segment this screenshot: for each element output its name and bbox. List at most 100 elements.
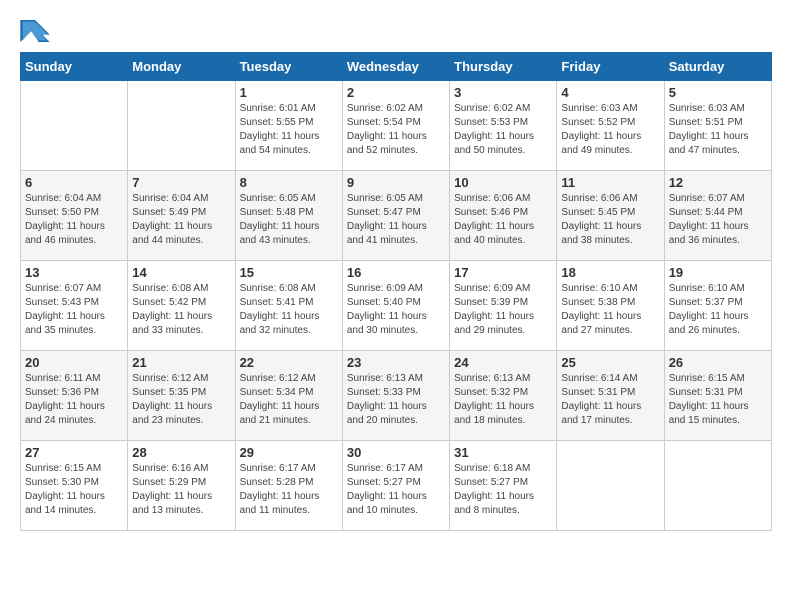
day-info: Sunrise: 6:08 AMSunset: 5:41 PMDaylight:… — [240, 282, 338, 338]
day-cell: 12 Sunrise: 6:07 AMSunset: 5:44 PMDayligh… — [664, 171, 771, 261]
day-number: 12 — [669, 175, 767, 190]
day-number: 30 — [347, 445, 445, 460]
day-number: 16 — [347, 265, 445, 280]
header-sunday: Sunday — [21, 53, 128, 81]
week-row-3: 13 Sunrise: 6:07 AMSunset: 5:43 PMDayligh… — [21, 261, 772, 351]
header-wednesday: Wednesday — [342, 53, 449, 81]
week-row-2: 6 Sunrise: 6:04 AMSunset: 5:50 PMDaylight… — [21, 171, 772, 261]
day-number: 26 — [669, 355, 767, 370]
day-cell: 1 Sunrise: 6:01 AMSunset: 5:55 PMDaylight… — [235, 81, 342, 171]
day-info: Sunrise: 6:05 AMSunset: 5:48 PMDaylight:… — [240, 192, 338, 248]
day-info: Sunrise: 6:18 AMSunset: 5:27 PMDaylight:… — [454, 462, 552, 518]
day-info: Sunrise: 6:13 AMSunset: 5:33 PMDaylight:… — [347, 372, 445, 428]
day-info: Sunrise: 6:13 AMSunset: 5:32 PMDaylight:… — [454, 372, 552, 428]
week-row-4: 20 Sunrise: 6:11 AMSunset: 5:36 PMDayligh… — [21, 351, 772, 441]
day-cell: 24 Sunrise: 6:13 AMSunset: 5:32 PMDayligh… — [450, 351, 557, 441]
day-number: 19 — [669, 265, 767, 280]
week-row-1: 1 Sunrise: 6:01 AMSunset: 5:55 PMDaylight… — [21, 81, 772, 171]
day-number: 15 — [240, 265, 338, 280]
day-number: 31 — [454, 445, 552, 460]
day-info: Sunrise: 6:07 AMSunset: 5:43 PMDaylight:… — [25, 282, 123, 338]
day-info: Sunrise: 6:05 AMSunset: 5:47 PMDaylight:… — [347, 192, 445, 248]
day-cell — [664, 441, 771, 531]
day-number: 3 — [454, 85, 552, 100]
day-number: 20 — [25, 355, 123, 370]
day-info: Sunrise: 6:07 AMSunset: 5:44 PMDaylight:… — [669, 192, 767, 248]
day-info: Sunrise: 6:04 AMSunset: 5:49 PMDaylight:… — [132, 192, 230, 248]
day-cell: 14 Sunrise: 6:08 AMSunset: 5:42 PMDayligh… — [128, 261, 235, 351]
day-info: Sunrise: 6:08 AMSunset: 5:42 PMDaylight:… — [132, 282, 230, 338]
day-cell: 13 Sunrise: 6:07 AMSunset: 5:43 PMDayligh… — [21, 261, 128, 351]
day-info: Sunrise: 6:17 AMSunset: 5:28 PMDaylight:… — [240, 462, 338, 518]
day-cell: 18Sunrise: 6:10 AMSunset: 5:38 PMDayligh… — [557, 261, 664, 351]
logo-icon — [20, 20, 50, 42]
day-number: 2 — [347, 85, 445, 100]
day-cell: 17 Sunrise: 6:09 AMSunset: 5:39 PMDayligh… — [450, 261, 557, 351]
day-cell: 2 Sunrise: 6:02 AMSunset: 5:54 PMDaylight… — [342, 81, 449, 171]
day-cell: 3 Sunrise: 6:02 AMSunset: 5:53 PMDaylight… — [450, 81, 557, 171]
day-number: 9 — [347, 175, 445, 190]
day-number: 1 — [240, 85, 338, 100]
day-info: Sunrise: 6:16 AMSunset: 5:29 PMDaylight:… — [132, 462, 230, 518]
day-cell: 11Sunrise: 6:06 AMSunset: 5:45 PMDayligh… — [557, 171, 664, 261]
header-friday: Friday — [557, 53, 664, 81]
day-cell: 9 Sunrise: 6:05 AMSunset: 5:47 PMDaylight… — [342, 171, 449, 261]
day-number: 24 — [454, 355, 552, 370]
day-number: 4 — [561, 85, 659, 100]
day-cell: 27 Sunrise: 6:15 AMSunset: 5:30 PMDayligh… — [21, 441, 128, 531]
day-cell: 6 Sunrise: 6:04 AMSunset: 5:50 PMDaylight… — [21, 171, 128, 261]
day-info: Sunrise: 6:17 AMSunset: 5:27 PMDaylight:… — [347, 462, 445, 518]
day-info: Sunrise: 6:11 AMSunset: 5:36 PMDaylight:… — [25, 372, 123, 428]
day-info: Sunrise: 6:03 AMSunset: 5:52 PMDaylight:… — [561, 102, 659, 158]
day-info: Sunrise: 6:06 AMSunset: 5:46 PMDaylight:… — [454, 192, 552, 248]
day-cell: 21 Sunrise: 6:12 AMSunset: 5:35 PMDayligh… — [128, 351, 235, 441]
page-header — [20, 20, 772, 42]
day-number: 23 — [347, 355, 445, 370]
header-row: SundayMondayTuesdayWednesdayThursdayFrid… — [21, 53, 772, 81]
day-cell: 26 Sunrise: 6:15 AMSunset: 5:31 PMDayligh… — [664, 351, 771, 441]
day-cell: 28 Sunrise: 6:16 AMSunset: 5:29 PMDayligh… — [128, 441, 235, 531]
day-info: Sunrise: 6:01 AMSunset: 5:55 PMDaylight:… — [240, 102, 338, 158]
day-info: Sunrise: 6:06 AMSunset: 5:45 PMDaylight:… — [561, 192, 659, 248]
day-info: Sunrise: 6:12 AMSunset: 5:34 PMDaylight:… — [240, 372, 338, 428]
day-info: Sunrise: 6:04 AMSunset: 5:50 PMDaylight:… — [25, 192, 123, 248]
day-cell: 23 Sunrise: 6:13 AMSunset: 5:33 PMDayligh… — [342, 351, 449, 441]
day-number: 25 — [561, 355, 659, 370]
day-cell: 22Sunrise: 6:12 AMSunset: 5:34 PMDayligh… — [235, 351, 342, 441]
day-number: 7 — [132, 175, 230, 190]
day-info: Sunrise: 6:02 AMSunset: 5:53 PMDaylight:… — [454, 102, 552, 158]
day-cell — [21, 81, 128, 171]
header-thursday: Thursday — [450, 53, 557, 81]
day-number: 17 — [454, 265, 552, 280]
day-cell: 4 Sunrise: 6:03 AMSunset: 5:52 PMDaylight… — [557, 81, 664, 171]
header-monday: Monday — [128, 53, 235, 81]
day-number: 21 — [132, 355, 230, 370]
day-number: 28 — [132, 445, 230, 460]
week-row-5: 27 Sunrise: 6:15 AMSunset: 5:30 PMDayligh… — [21, 441, 772, 531]
day-info: Sunrise: 6:09 AMSunset: 5:40 PMDaylight:… — [347, 282, 445, 338]
day-cell: 7 Sunrise: 6:04 AMSunset: 5:49 PMDaylight… — [128, 171, 235, 261]
day-number: 13 — [25, 265, 123, 280]
day-info: Sunrise: 6:15 AMSunset: 5:30 PMDaylight:… — [25, 462, 123, 518]
day-info: Sunrise: 6:10 AMSunset: 5:38 PMDaylight:… — [561, 282, 659, 338]
calendar-table: SundayMondayTuesdayWednesdayThursdayFrid… — [20, 52, 772, 531]
day-number: 27 — [25, 445, 123, 460]
day-info: Sunrise: 6:02 AMSunset: 5:54 PMDaylight:… — [347, 102, 445, 158]
day-cell: 30 Sunrise: 6:17 AMSunset: 5:27 PMDayligh… — [342, 441, 449, 531]
logo — [20, 20, 54, 42]
day-cell: 15 Sunrise: 6:08 AMSunset: 5:41 PMDayligh… — [235, 261, 342, 351]
day-info: Sunrise: 6:15 AMSunset: 5:31 PMDaylight:… — [669, 372, 767, 428]
day-cell: 31 Sunrise: 6:18 AMSunset: 5:27 PMDayligh… — [450, 441, 557, 531]
day-cell: 20 Sunrise: 6:11 AMSunset: 5:36 PMDayligh… — [21, 351, 128, 441]
day-info: Sunrise: 6:10 AMSunset: 5:37 PMDaylight:… — [669, 282, 767, 338]
day-info: Sunrise: 6:12 AMSunset: 5:35 PMDaylight:… — [132, 372, 230, 428]
day-number: 6 — [25, 175, 123, 190]
day-number: 10 — [454, 175, 552, 190]
day-cell: 19 Sunrise: 6:10 AMSunset: 5:37 PMDayligh… — [664, 261, 771, 351]
day-number: 14 — [132, 265, 230, 280]
day-cell: 10 Sunrise: 6:06 AMSunset: 5:46 PMDayligh… — [450, 171, 557, 261]
day-info: Sunrise: 6:09 AMSunset: 5:39 PMDaylight:… — [454, 282, 552, 338]
day-cell: 5Sunrise: 6:03 AMSunset: 5:51 PMDaylight… — [664, 81, 771, 171]
day-cell: 16 Sunrise: 6:09 AMSunset: 5:40 PMDayligh… — [342, 261, 449, 351]
day-number: 29 — [240, 445, 338, 460]
